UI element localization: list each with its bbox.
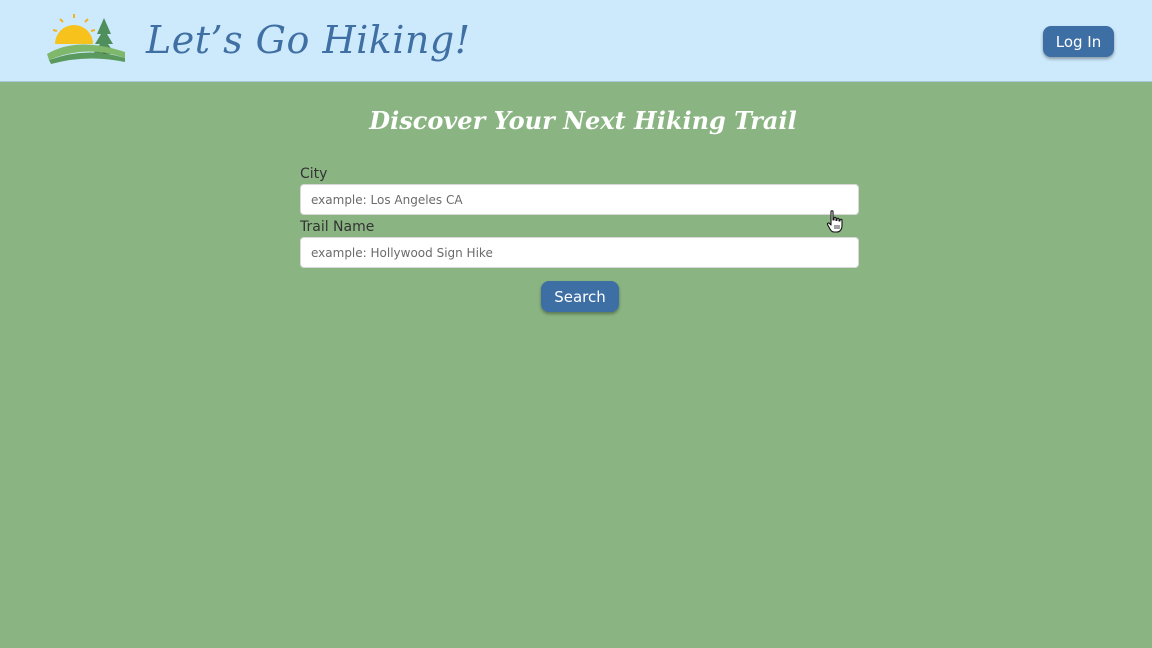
- trail-name-input[interactable]: [300, 237, 859, 268]
- login-button[interactable]: Log In: [1043, 26, 1114, 57]
- search-section: Discover Your Next Hiking Trail City Tra…: [0, 82, 1152, 648]
- site-header: Let’s Go Hiking! Log In: [0, 0, 1152, 82]
- search-button[interactable]: Search: [541, 281, 619, 312]
- hand-pointer-icon: [826, 210, 843, 233]
- site-title[interactable]: Let’s Go Hiking!: [146, 14, 471, 66]
- page-title: Discover Your Next Hiking Trail: [369, 106, 797, 135]
- city-label: City: [300, 166, 328, 182]
- trail-name-label: Trail Name: [300, 219, 375, 235]
- sun-hills-tree-logo-icon[interactable]: [47, 14, 125, 66]
- city-input[interactable]: [300, 184, 859, 215]
